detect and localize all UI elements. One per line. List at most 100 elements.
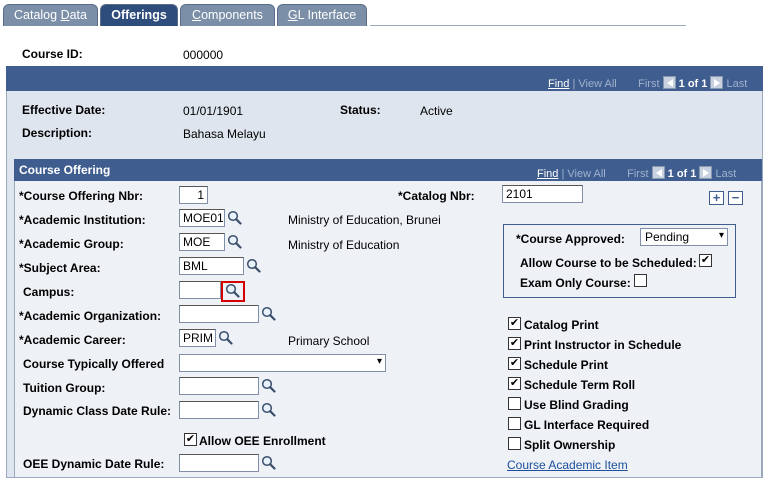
- effective-date-label: Effective Date:: [22, 103, 106, 117]
- flag-checkbox[interactable]: ✔: [508, 317, 521, 330]
- subject-area-label: *Subject Area:: [19, 261, 101, 275]
- arrow-right-icon[interactable]: [710, 76, 724, 89]
- checkmark-icon: ✔: [509, 337, 520, 349]
- tab-components[interactable]: Components: [180, 4, 275, 26]
- find-link[interactable]: Find: [548, 78, 569, 90]
- academic-career-label: *Academic Career:: [19, 333, 126, 347]
- course-approved-select[interactable]: Pending ▾: [640, 228, 728, 246]
- checkmark-icon: ✔: [509, 357, 520, 369]
- last-label: Last: [726, 78, 748, 90]
- academic-career-field[interactable]: PRIM: [179, 329, 216, 347]
- typically-offered-select[interactable]: ▾: [179, 354, 386, 372]
- tab-catalog-data[interactable]: Catalog Data: [3, 4, 98, 26]
- tab-label: Catalog: [14, 8, 61, 22]
- arrow-left-icon[interactable]: [662, 76, 676, 89]
- magnifier-icon[interactable]: [261, 402, 277, 418]
- checkmark-icon: ✔: [509, 317, 520, 329]
- campus-field[interactable]: [179, 281, 221, 299]
- flag-checkbox[interactable]: ✔: [508, 337, 521, 350]
- allow-schedule-label: Allow Course to be Scheduled:: [520, 256, 697, 270]
- magnifier-icon[interactable]: [227, 210, 243, 226]
- dyn-class-rule-label: Dynamic Class Date Rule:: [23, 404, 172, 418]
- allow-schedule-checkbox[interactable]: ✔: [699, 254, 712, 267]
- catalog-nbr-label: *Catalog Nbr:: [398, 189, 475, 203]
- find-link[interactable]: Find: [537, 168, 558, 180]
- course-id-value: 000000: [183, 48, 224, 62]
- arrow-left-icon[interactable]: [651, 166, 665, 179]
- flag-label: Use Blind Grading: [524, 398, 629, 412]
- magnifier-icon[interactable]: [261, 306, 277, 322]
- effective-date-value: 01/01/1901: [183, 104, 244, 118]
- magnifier-icon[interactable]: [261, 455, 277, 471]
- view-all-link[interactable]: View All: [567, 168, 605, 180]
- chevron-down-icon: ▾: [718, 230, 724, 241]
- last-label: Last: [715, 168, 737, 180]
- description-value: Bahasa Melayu: [183, 127, 266, 141]
- academic-group-field[interactable]: MOE: [179, 233, 225, 251]
- tab-offerings[interactable]: Offerings: [100, 4, 178, 26]
- typically-offered-label: Course Typically Offered: [23, 357, 165, 371]
- subject-area-field[interactable]: BML: [179, 257, 244, 275]
- first-label: First: [638, 78, 660, 90]
- flag-checkbox[interactable]: [508, 437, 521, 450]
- tab-accelerator: D: [60, 8, 70, 22]
- flag-label: Catalog Print: [524, 318, 599, 332]
- checkmark-icon: ✔: [509, 377, 520, 389]
- tab-label: omponents: [201, 8, 263, 22]
- tuition-group-field[interactable]: [179, 377, 259, 395]
- campus-label: Campus:: [23, 285, 75, 299]
- tab-label: ata: [69, 8, 87, 22]
- magnifier-icon[interactable]: [218, 330, 234, 346]
- course-academic-item-link[interactable]: Course Academic Item: [507, 458, 628, 472]
- offering-nbr-label: *Course Offering Nbr:: [19, 189, 144, 203]
- flag-checkbox[interactable]: [508, 397, 521, 410]
- flag-checkbox[interactable]: [508, 417, 521, 430]
- flag-label: Split Ownership: [524, 438, 616, 452]
- oee-rule-label: OEE Dynamic Date Rule:: [23, 457, 165, 471]
- academic-career-desc: Primary School: [288, 334, 370, 348]
- institution-field[interactable]: MOE01: [179, 209, 225, 227]
- catalog-nbr-field[interactable]: 2101: [502, 185, 583, 203]
- tab-gl-interface[interactable]: GL Interface: [277, 4, 367, 26]
- course-approved-value: Pending: [645, 230, 690, 244]
- checkmark-icon: ✔: [700, 254, 711, 266]
- course-offering-title: Course Offering: [19, 163, 111, 177]
- oee-rule-field[interactable]: [179, 454, 259, 472]
- highlight-box: [221, 281, 245, 302]
- magnifier-icon[interactable]: [246, 258, 262, 274]
- flag-label: Schedule Term Roll: [524, 378, 636, 392]
- row-count: 1 of 1: [667, 168, 697, 180]
- dyn-class-rule-field[interactable]: [179, 401, 259, 419]
- add-row-button[interactable]: +: [709, 191, 724, 205]
- offering-nbr-field[interactable]: 1: [179, 186, 208, 204]
- chevron-down-icon: ▾: [376, 356, 382, 367]
- flag-label: GL Interface Required: [524, 418, 650, 432]
- status-value: Active: [420, 104, 453, 118]
- tab-accelerator: C: [192, 8, 202, 22]
- tuition-group-label: Tuition Group:: [23, 381, 106, 395]
- flag-checkbox[interactable]: ✔: [508, 377, 521, 390]
- description-label: Description:: [22, 126, 93, 140]
- academic-group-desc: Ministry of Education: [288, 238, 400, 252]
- course-id-label: Course ID:: [22, 47, 83, 61]
- academic-org-field[interactable]: [179, 305, 259, 323]
- magnifier-icon[interactable]: [227, 234, 243, 250]
- offering-nav: Find | View All First 1 of 1 Last: [537, 166, 736, 180]
- exam-only-label: Exam Only Course:: [520, 276, 631, 290]
- academic-org-label: *Academic Organization:: [19, 309, 162, 323]
- exam-only-checkbox[interactable]: [634, 274, 647, 287]
- checkmark-icon: ✔: [185, 433, 196, 445]
- academic-group-label: *Academic Group:: [19, 237, 124, 251]
- tab-label: L Interface: [297, 8, 357, 22]
- view-all-link[interactable]: View All: [578, 78, 616, 90]
- magnifier-icon[interactable]: [261, 378, 277, 394]
- course-approved-label: *Course Approved:: [516, 232, 625, 246]
- delete-row-button[interactable]: −: [728, 191, 743, 205]
- arrow-right-icon[interactable]: [699, 166, 713, 179]
- institution-label: *Academic Institution:: [19, 213, 146, 227]
- flag-label: Schedule Print: [524, 358, 609, 372]
- flag-checkbox[interactable]: ✔: [508, 357, 521, 370]
- status-label: Status:: [340, 103, 381, 117]
- allow-oee-checkbox[interactable]: ✔: [184, 433, 197, 446]
- first-label: First: [627, 168, 649, 180]
